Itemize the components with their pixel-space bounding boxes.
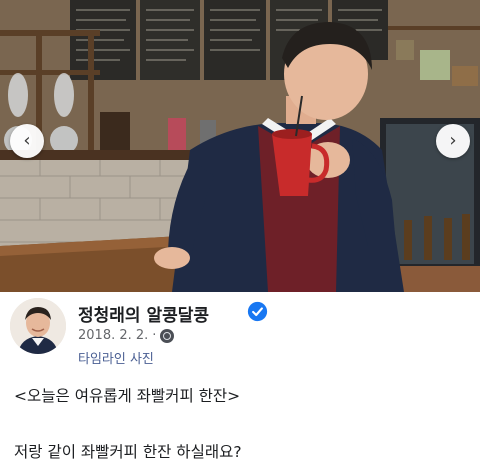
album-link[interactable]: 타임라인 사진 [78,348,154,367]
chevron-left-icon: ‹ [23,130,31,151]
chevron-right-icon: › [449,130,457,151]
post-text-line: <오늘은 여유롭게 좌빨커피 한잔> [14,387,241,405]
cafe-photo-illustration [0,0,480,292]
post-text-line: 저랑 같이 좌빨커피 한잔 하실래요? [14,443,242,461]
post-date[interactable]: 2018. 2. 2. [78,328,148,343]
post-header: 정청래의 알콩달콩 2018. 2. 2. · 타임라인 사진 [0,292,480,367]
globe-icon [160,328,175,343]
avatar-image [10,298,66,354]
post-body: <오늘은 여유롭게 좌빨커피 한잔> 저랑 같이 좌빨커피 한잔 하실래요? [0,366,480,462]
avatar[interactable] [10,298,66,354]
post-photo[interactable]: ‹ › [0,0,480,292]
photo-prev-button[interactable]: ‹ [10,124,44,158]
meta-separator: · [152,328,157,343]
author-name[interactable]: 정청래의 알콩달콩 [78,301,209,326]
photo-next-button[interactable]: › [436,124,470,158]
post-meta: 2018. 2. 2. · [78,328,175,343]
verified-badge-icon [247,301,268,322]
